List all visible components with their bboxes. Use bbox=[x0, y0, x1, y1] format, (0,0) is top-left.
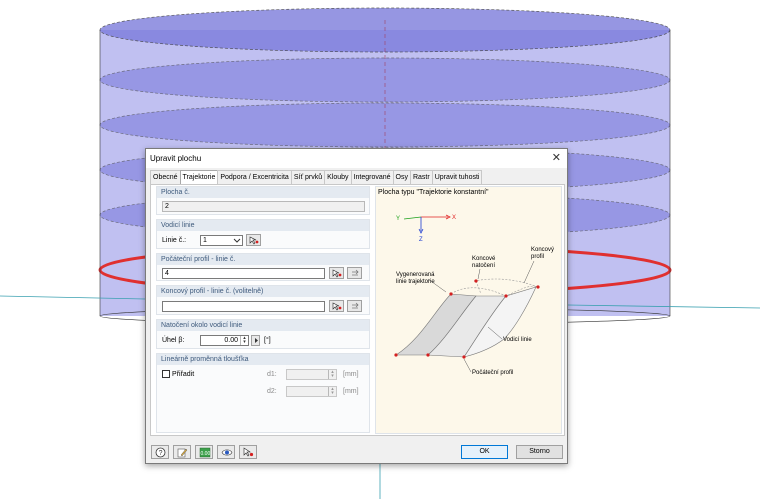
trajectory-diagram: X Y Z Vygenerovaná linie trajektorie Kon… bbox=[394, 214, 554, 376]
start-profile-input[interactable]: 4 bbox=[162, 268, 325, 279]
start-profile-group: Počáteční profil - linie č. 4 bbox=[156, 253, 370, 281]
edit-surface-dialog: Upravit plochu ✕ Obecné Trajektorie Podp… bbox=[145, 148, 568, 464]
close-icon[interactable]: ✕ bbox=[552, 151, 561, 165]
line-number-label: Linie č.: bbox=[162, 237, 187, 244]
angle-value: 0.00 bbox=[224, 337, 238, 344]
pick-cursor-icon bbox=[332, 302, 342, 311]
dialog-titlebar: Upravit plochu ✕ bbox=[146, 149, 567, 168]
line-number-select[interactable]: 1 bbox=[200, 235, 243, 246]
end-profile-group: Koncový profil - linie č. (volitelně) bbox=[156, 285, 370, 315]
help-button[interactable]: ? bbox=[151, 445, 169, 459]
chevron-right-icon bbox=[255, 338, 258, 343]
eye-icon bbox=[221, 449, 233, 456]
swap-start-profile-button[interactable] bbox=[347, 267, 362, 279]
guide-line-group: Vodicí linie Linie č.: 1 bbox=[156, 219, 370, 249]
illustration-title: Plocha typu "Trajektorie konstantní" bbox=[378, 189, 489, 196]
d2-label: d2: bbox=[267, 388, 277, 395]
surface-number-field: 2 bbox=[162, 201, 365, 212]
pick-cursor-icon bbox=[332, 269, 342, 278]
d2-input: ▴ ▾ bbox=[286, 386, 337, 397]
pick-line-button[interactable] bbox=[246, 234, 261, 246]
assign-checkbox[interactable] bbox=[162, 370, 170, 378]
coordinate-axes: X Y Z bbox=[396, 214, 456, 243]
units-button[interactable]: 0.00 bbox=[195, 445, 213, 459]
units-icon: 0.00 bbox=[199, 447, 211, 458]
ok-button[interactable]: OK bbox=[461, 445, 508, 459]
d1-spinner: ▴ ▾ bbox=[328, 370, 336, 379]
tab-klouby[interactable]: Klouby bbox=[324, 170, 352, 184]
angle-menu-button[interactable] bbox=[251, 335, 260, 346]
trajectory-illustration-panel: Plocha typu "Trajektorie konstantní" X Y… bbox=[375, 186, 562, 434]
pick-start-profile-button[interactable] bbox=[329, 267, 344, 279]
end-profile-input[interactable] bbox=[162, 301, 325, 312]
surface-number-group: Plocha č. 2 bbox=[156, 186, 370, 215]
tab-content: Plocha č. 2 Vodicí linie Linie č.: 1 Poč… bbox=[150, 184, 565, 436]
svg-text:0.00: 0.00 bbox=[201, 451, 211, 457]
edit-button[interactable] bbox=[173, 445, 191, 459]
view-button[interactable] bbox=[217, 445, 235, 459]
pick-end-profile-button[interactable] bbox=[329, 300, 344, 312]
tab-integrovane[interactable]: Integrované bbox=[350, 170, 394, 184]
tab-sit-prvku[interactable]: Síť prvků bbox=[290, 170, 326, 184]
label-start-profile: Počáteční profil bbox=[472, 370, 513, 376]
pick-cursor-icon bbox=[243, 447, 254, 457]
tab-trajektorie[interactable]: Trajektorie bbox=[179, 170, 219, 185]
dialog-title: Upravit plochu bbox=[150, 154, 202, 163]
tab-podpora[interactable]: Podpora / Excentricita bbox=[217, 170, 292, 184]
trajectory-surface bbox=[394, 278, 540, 359]
chevron-down-icon bbox=[233, 238, 241, 243]
label-end-rotation-2: natočení bbox=[472, 263, 495, 269]
axis-y-label: Y bbox=[396, 216, 400, 222]
label-end-profile-1: Koncový bbox=[531, 247, 554, 253]
angle-unit: [°] bbox=[264, 337, 271, 344]
pick-cursor-icon bbox=[249, 236, 259, 245]
svg-text:?: ? bbox=[159, 450, 163, 457]
swap-end-profile-button[interactable] bbox=[347, 300, 362, 312]
angle-input[interactable]: 0.00 ▴ ▾ bbox=[200, 335, 249, 346]
tab-upravit-tuhosti[interactable]: Upravit tuhosti bbox=[431, 170, 483, 184]
thickness-group: Lineárně proměnná tloušťka Přiřadit d1: … bbox=[156, 353, 370, 433]
pick-button[interactable] bbox=[239, 445, 257, 459]
swap-icon bbox=[352, 269, 359, 276]
help-icon: ? bbox=[155, 447, 166, 458]
d2-spinner: ▴ ▾ bbox=[328, 387, 336, 396]
axis-z-label: Z bbox=[419, 237, 423, 243]
assign-checkbox-label: Přiřadit bbox=[172, 371, 195, 378]
swap-icon bbox=[352, 302, 359, 309]
line-number-value: 1 bbox=[203, 237, 207, 244]
d2-unit: [mm] bbox=[343, 388, 359, 395]
label-generated-1: Vygenerovaná bbox=[396, 272, 435, 278]
tab-obecne[interactable]: Obecné bbox=[150, 170, 181, 184]
end-profile-header: Koncový profil - linie č. (volitelně) bbox=[157, 286, 369, 297]
edit-icon bbox=[177, 448, 188, 458]
axis-x-label: X bbox=[452, 215, 456, 221]
tab-rastr[interactable]: Rastr bbox=[409, 170, 433, 184]
label-guide-line: Vodicí linie bbox=[503, 337, 532, 343]
start-profile-header: Počáteční profil - linie č. bbox=[157, 254, 369, 265]
surface-number-header: Plocha č. bbox=[157, 187, 369, 198]
angle-spinner[interactable]: ▴ ▾ bbox=[240, 336, 248, 345]
angle-label: Úhel β: bbox=[162, 337, 185, 344]
d1-unit: [mm] bbox=[343, 371, 359, 378]
label-end-profile-2: profil bbox=[531, 254, 544, 260]
label-end-rotation-1: Koncové bbox=[472, 256, 496, 262]
cancel-button[interactable]: Storno bbox=[516, 445, 563, 459]
d1-input: ▴ ▾ bbox=[286, 369, 337, 380]
rotation-group: Natočení okolo vodicí linie Úhel β: 0.00… bbox=[156, 319, 370, 349]
guide-line-header: Vodicí linie bbox=[157, 220, 369, 231]
d1-label: d1: bbox=[267, 371, 277, 378]
tab-bar: Obecné Trajektorie Podpora / Excentricit… bbox=[150, 170, 483, 185]
tab-osy[interactable]: Osy bbox=[392, 170, 411, 184]
thickness-header: Lineárně proměnná tloušťka bbox=[157, 354, 369, 365]
rotation-header: Natočení okolo vodicí linie bbox=[157, 320, 369, 331]
